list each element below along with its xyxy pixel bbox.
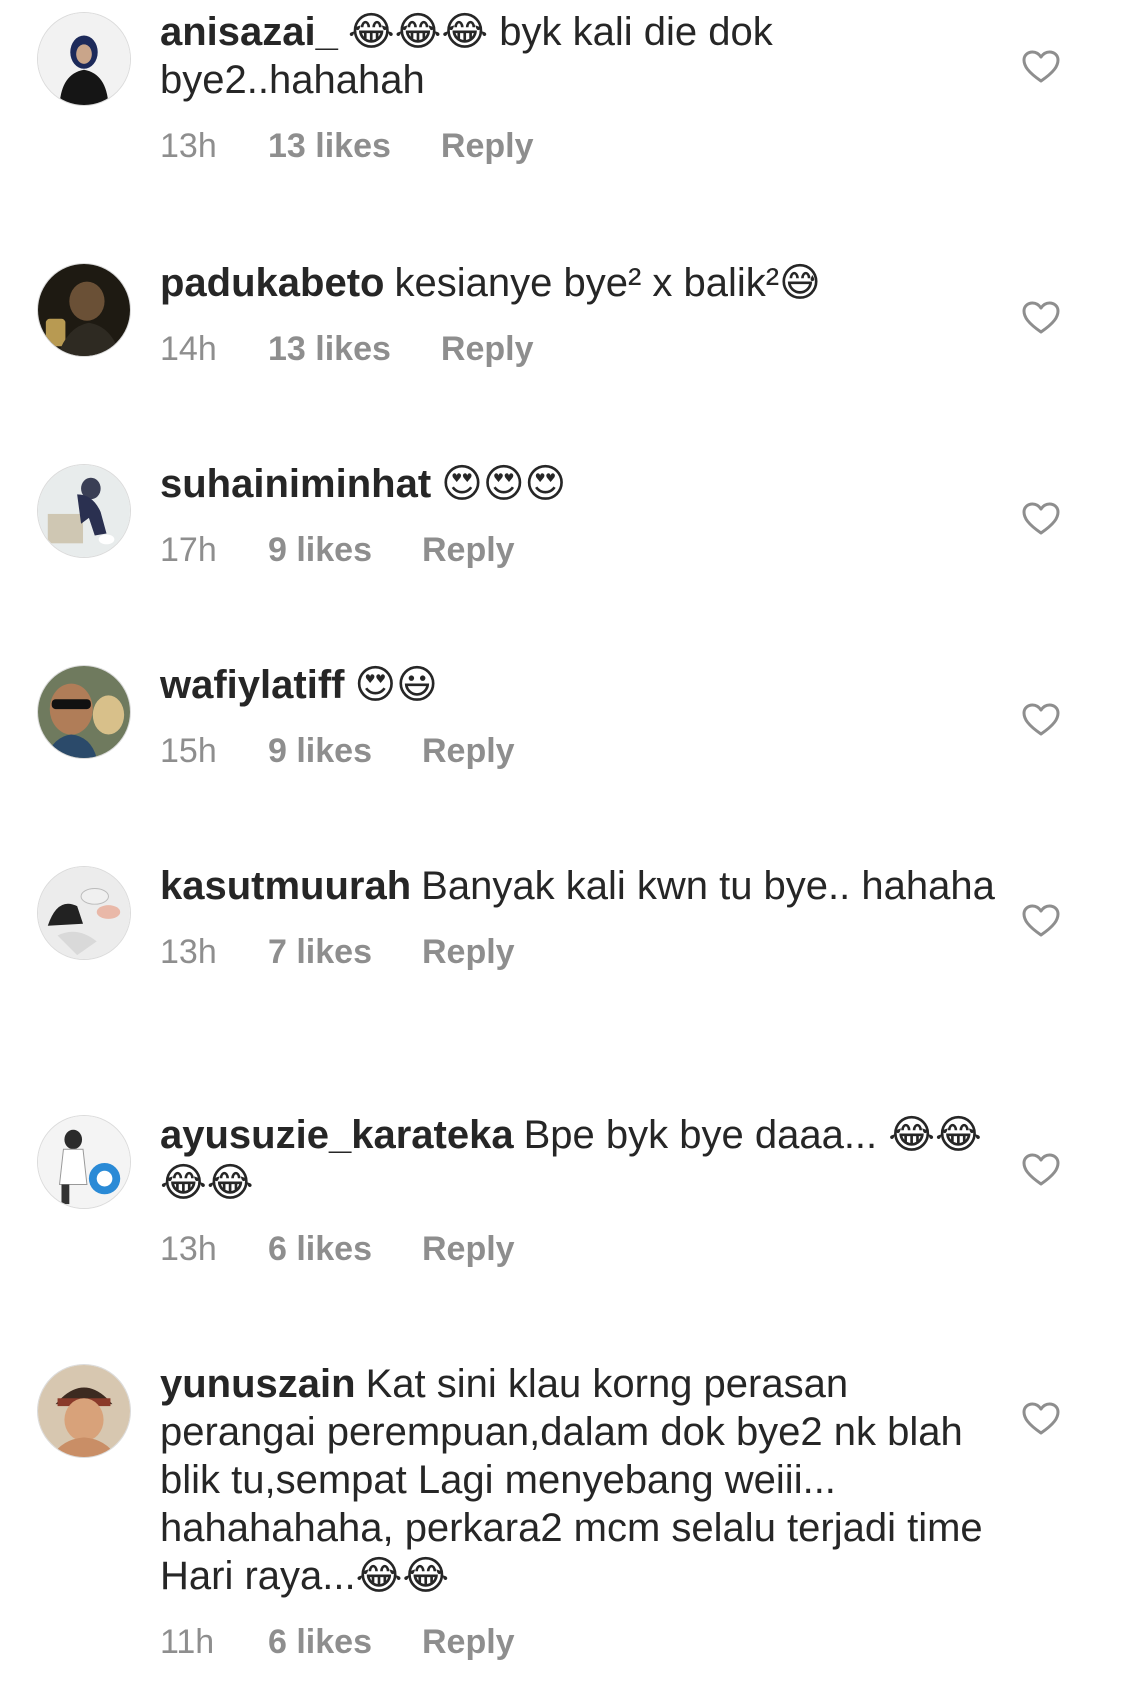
reply-button[interactable]: Reply xyxy=(441,126,534,166)
likes-count[interactable]: 6 likes xyxy=(268,1622,372,1662)
comment-meta: 15h 9 likes Reply xyxy=(160,731,1005,771)
heart-icon[interactable] xyxy=(1022,1402,1060,1436)
username[interactable]: padukabeto xyxy=(160,261,384,305)
comment-body: anisazai_ 😂😂😂 byk kali die dok bye2..haha… xyxy=(160,8,1005,166)
timestamp[interactable]: 17h xyxy=(160,530,268,570)
comment-body: ayusuzie_karateka Bpe byk bye daaa... 😂😂😂… xyxy=(160,1111,1005,1269)
timestamp[interactable]: 13h xyxy=(160,126,268,166)
comment-body: suhainiminhat 😍😍😍 17h 9 likes Reply xyxy=(160,460,1005,570)
likes-count[interactable]: 9 likes xyxy=(268,530,372,570)
avatar[interactable] xyxy=(37,12,131,106)
comment-meta: 14h 13 likes Reply xyxy=(160,329,1005,369)
username[interactable]: suhainiminhat xyxy=(160,462,431,506)
comment-meta: 13h 13 likes Reply xyxy=(160,126,1005,166)
avatar[interactable] xyxy=(37,1364,131,1458)
heart-icon[interactable] xyxy=(1022,703,1060,737)
comment-body: yunuszain Kat sini klau korng perasan per… xyxy=(160,1360,1005,1662)
comment-meta: 13h 7 likes Reply xyxy=(160,932,1005,972)
username[interactable]: anisazai_ xyxy=(160,10,338,54)
timestamp[interactable]: 13h xyxy=(160,932,268,972)
avatar[interactable] xyxy=(37,1115,131,1209)
comment-meta: 11h 6 likes Reply xyxy=(160,1622,1005,1662)
timestamp[interactable]: 13h xyxy=(160,1229,268,1269)
comment-text: 😍😃 xyxy=(354,663,438,707)
username[interactable]: ayusuzie_karateka xyxy=(160,1113,514,1157)
reply-button[interactable]: Reply xyxy=(422,731,515,771)
heart-icon[interactable] xyxy=(1022,904,1060,938)
username[interactable]: kasutmuurah xyxy=(160,864,411,908)
likes-count[interactable]: 13 likes xyxy=(268,126,391,166)
username[interactable]: yunuszain xyxy=(160,1362,356,1406)
comment-text: Banyak kali kwn tu bye.. hahaha xyxy=(421,864,995,908)
avatar[interactable] xyxy=(37,866,131,960)
heart-icon[interactable] xyxy=(1022,1153,1060,1187)
avatar[interactable] xyxy=(37,464,131,558)
timestamp[interactable]: 11h xyxy=(160,1622,268,1662)
comment-body: kasutmuurah Banyak kali kwn tu bye.. haha… xyxy=(160,862,1005,972)
reply-button[interactable]: Reply xyxy=(422,932,515,972)
reply-button[interactable]: Reply xyxy=(422,1229,515,1269)
timestamp[interactable]: 14h xyxy=(160,329,268,369)
reply-button[interactable]: Reply xyxy=(422,1622,515,1662)
comment-text: kesianye bye² x balik²😅 xyxy=(394,261,821,305)
likes-count[interactable]: 9 likes xyxy=(268,731,372,771)
reply-button[interactable]: Reply xyxy=(422,530,515,570)
comment-body: wafiylatiff 😍😃 15h 9 likes Reply xyxy=(160,661,1005,771)
heart-icon[interactable] xyxy=(1022,502,1060,536)
username[interactable]: wafiylatiff xyxy=(160,663,344,707)
reply-button[interactable]: Reply xyxy=(441,329,534,369)
avatar[interactable] xyxy=(37,665,131,759)
avatar[interactable] xyxy=(37,263,131,357)
comments-list: anisazai_ 😂😂😂 byk kali die dok bye2..haha… xyxy=(0,0,1125,1692)
heart-icon[interactable] xyxy=(1022,301,1060,335)
heart-icon[interactable] xyxy=(1022,50,1060,84)
likes-count[interactable]: 7 likes xyxy=(268,932,372,972)
comment-text: 😍😍😍 xyxy=(441,462,567,506)
likes-count[interactable]: 13 likes xyxy=(268,329,391,369)
timestamp[interactable]: 15h xyxy=(160,731,268,771)
comment-body: padukabeto kesianye bye² x balik²😅 14h 13… xyxy=(160,259,1005,369)
comment-meta: 17h 9 likes Reply xyxy=(160,530,1005,570)
likes-count[interactable]: 6 likes xyxy=(268,1229,372,1269)
comment-meta: 13h 6 likes Reply xyxy=(160,1229,1005,1269)
